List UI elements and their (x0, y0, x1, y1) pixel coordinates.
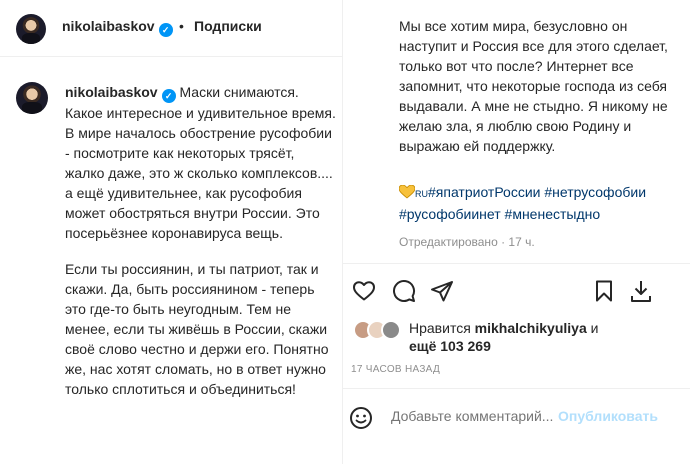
ru-label: RU (415, 189, 428, 199)
hashtag-3[interactable]: #русофобиинет (399, 206, 501, 222)
header-username-text[interactable]: nikolaibaskov (62, 18, 155, 34)
following-button[interactable]: Подписки (194, 18, 262, 34)
edited-label[interactable]: Отредактировано · 17 ч. (399, 235, 535, 249)
caption-paragraph-2: Если ты россиянин, и ты патриот, так и с… (65, 261, 329, 397)
share-icon[interactable] (430, 279, 454, 303)
separator-dot: • (179, 18, 184, 34)
liker-avatars[interactable] (353, 320, 405, 340)
comment-icon[interactable] (392, 279, 416, 303)
caption-paragraph-3: Мы все хотим мира, безусловно он наступи… (399, 18, 668, 154)
emoji-icon[interactable] (349, 406, 373, 430)
actions-divider (343, 263, 690, 264)
post-header: nikolaibaskov ✓ • Подписки (0, 0, 342, 57)
likes-count[interactable]: ещё 103 269 (409, 338, 491, 354)
avatar[interactable] (16, 14, 46, 44)
verified-icon: ✓ (158, 23, 173, 37)
header-username[interactable]: nikolaibaskov ✓ (62, 18, 173, 37)
right-column: Мы все хотим мира, безусловно он наступи… (343, 0, 690, 464)
caption-paragraph-1-text: Маски снимаются. Какое интересное и удив… (65, 84, 336, 241)
caption-text: nikolaibaskov ✓ Маски снимаются. Какое ин… (65, 82, 337, 415)
likes-line: Нравится mikhalchikyuliya и (409, 320, 598, 336)
likes-prefix: Нравится (409, 320, 471, 336)
download-icon[interactable] (629, 279, 653, 303)
caption-avatar[interactable] (16, 82, 48, 114)
comment-box: Опубликовать (343, 398, 690, 436)
yellow-heart-icon (399, 185, 415, 199)
hashtag-1[interactable]: #япатриотРоссии (428, 184, 541, 200)
post-timestamp[interactable]: 17 ЧАСОВ НАЗАД (351, 364, 440, 375)
heart-icon[interactable] (352, 279, 376, 303)
left-column: nikolaibaskov ✓ • Подписки nikolaibaskov ✓… (0, 0, 342, 464)
comment-divider (343, 388, 690, 389)
liker-avatar-3 (381, 320, 401, 340)
verified-icon: ✓ (161, 89, 176, 103)
hashtag-4[interactable]: #мненестыдно (505, 206, 601, 222)
action-bar (343, 279, 690, 303)
publish-button[interactable]: Опубликовать (558, 408, 658, 424)
bookmark-icon[interactable] (592, 279, 616, 303)
liker-username[interactable]: mikhalchikyuliya (475, 320, 587, 336)
caption-username[interactable]: nikolaibaskov (65, 84, 158, 100)
likes-conj: и (590, 320, 599, 336)
caption-paragraph-1: nikolaibaskov ✓ Маски снимаются. Какое ин… (65, 82, 337, 243)
likes-section: Нравится mikhalchikyuliya и ещё 103 269 (353, 318, 683, 354)
hashtags: RU#япатриотРоссии #нетрусофобии #русофоб… (399, 182, 681, 224)
hashtag-2[interactable]: #нетрусофобии (544, 184, 646, 200)
